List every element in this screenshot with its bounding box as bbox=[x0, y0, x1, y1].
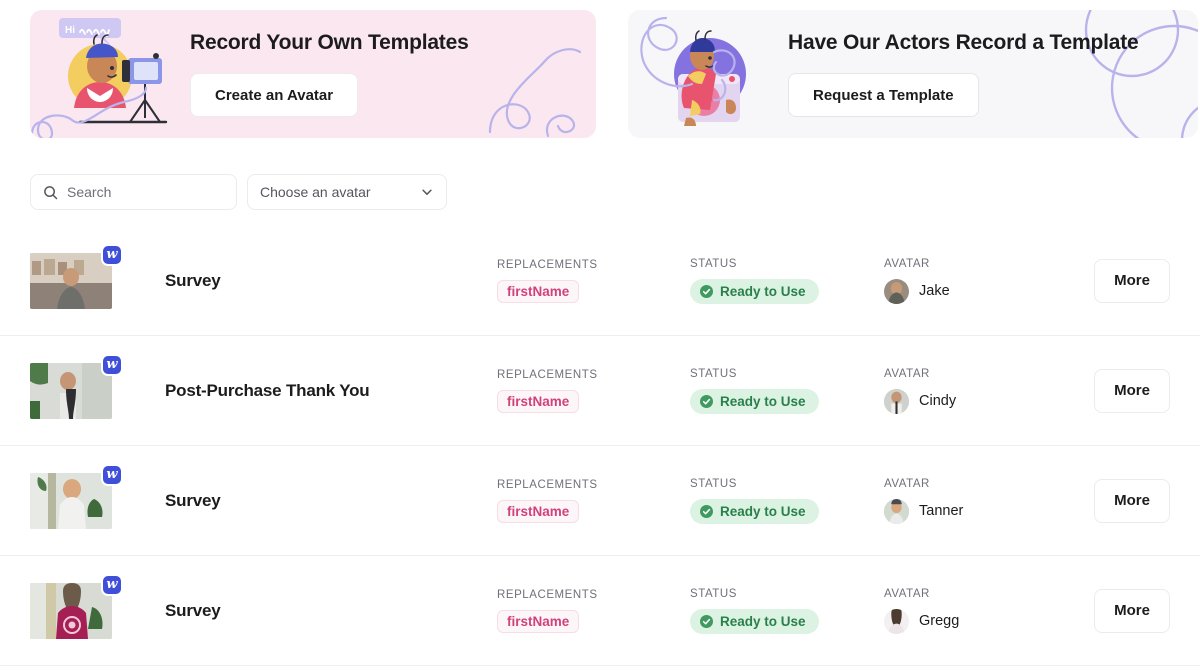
avatar-column-label: AVATAR bbox=[884, 257, 930, 270]
avatar-column: AVATAR Jake bbox=[884, 258, 950, 304]
avatar-cell: Cindy bbox=[884, 388, 957, 414]
replacements-column: REPLACEMENTS firstName bbox=[497, 369, 598, 413]
avatar bbox=[884, 608, 909, 634]
avatar-cell: Tanner bbox=[884, 498, 964, 524]
workflow-logo-icon: w bbox=[101, 463, 123, 486]
status-column: STATUS Ready to Use bbox=[690, 258, 819, 304]
status-column-label: STATUS bbox=[690, 257, 737, 270]
replacement-chip[interactable]: firstName bbox=[497, 499, 580, 523]
workflow-logo-icon: w bbox=[101, 243, 123, 266]
avatar-filter-select[interactable]: Choose an avatar bbox=[247, 174, 447, 210]
table-row[interactable]: w Survey REPLACEMENTS firstName STATUS R… bbox=[0, 446, 1200, 556]
check-circle-icon bbox=[700, 504, 713, 518]
replacements-column-label: REPLACEMENTS bbox=[497, 588, 598, 601]
filter-bar: Choose an avatar bbox=[30, 174, 447, 210]
search-icon bbox=[44, 185, 58, 199]
template-title: Post-Purchase Thank You bbox=[165, 380, 370, 400]
chevron-down-icon bbox=[422, 189, 432, 195]
avatar bbox=[884, 498, 909, 524]
check-circle-icon bbox=[700, 394, 713, 408]
search-box[interactable] bbox=[30, 174, 237, 210]
search-input[interactable] bbox=[67, 184, 224, 200]
promo-banners: Hi Record Your Own Templates Create an A… bbox=[0, 0, 1200, 138]
avatar-column: AVATAR Gregg bbox=[884, 588, 959, 634]
template-thumbnail-wrap[interactable]: w bbox=[30, 463, 123, 529]
template-title: Survey bbox=[165, 600, 221, 620]
status-column: STATUS Ready to Use bbox=[690, 478, 819, 524]
avatar-column-label: AVATAR bbox=[884, 367, 930, 380]
replacements-column: REPLACEMENTS firstName bbox=[497, 479, 598, 523]
avatar bbox=[884, 278, 909, 304]
workflow-logo-icon: w bbox=[101, 353, 123, 376]
avatar-name: Cindy bbox=[919, 393, 957, 409]
status-column-label: STATUS bbox=[690, 477, 737, 490]
more-button[interactable]: More bbox=[1094, 588, 1170, 633]
workflow-logo-icon: w bbox=[101, 573, 123, 596]
avatar-name: Jake bbox=[919, 283, 950, 299]
template-thumbnail-wrap[interactable]: w bbox=[30, 243, 123, 309]
check-circle-icon bbox=[700, 614, 713, 628]
replacements-column-label: REPLACEMENTS bbox=[497, 368, 598, 381]
replacements-column: REPLACEMENTS firstName bbox=[497, 259, 598, 303]
status-text: Ready to Use bbox=[720, 503, 806, 519]
more-button[interactable]: More bbox=[1094, 258, 1170, 303]
avatar-name: Gregg bbox=[919, 613, 960, 629]
avatar-cell: Gregg bbox=[884, 608, 960, 634]
banner-right-content: Have Our Actors Record a Template Reques… bbox=[788, 31, 1139, 117]
templates-page: Hi Record Your Own Templates Create an A… bbox=[0, 0, 1200, 670]
replacements-column-label: REPLACEMENTS bbox=[497, 258, 598, 271]
banner-actors-record-template[interactable]: Have Our Actors Record a Template Reques… bbox=[628, 10, 1198, 138]
status-column-label: STATUS bbox=[690, 367, 737, 380]
template-thumbnail bbox=[30, 582, 112, 639]
table-row[interactable]: w Survey REPLACEMENTS firstName STATUS R… bbox=[0, 556, 1200, 666]
status-badge: Ready to Use bbox=[690, 498, 819, 524]
status-badge: Ready to Use bbox=[690, 278, 819, 304]
table-row[interactable]: w Post-Purchase Thank You REPLACEMENTS f… bbox=[0, 336, 1200, 446]
illustration-record-avatar: Hi bbox=[42, 14, 182, 134]
create-an-avatar-button[interactable]: Create an Avatar bbox=[190, 73, 359, 117]
status-badge: Ready to Use bbox=[690, 388, 819, 414]
template-thumbnail-wrap[interactable]: w bbox=[30, 353, 123, 419]
check-circle-icon bbox=[700, 284, 713, 298]
request-a-template-button[interactable]: Request a Template bbox=[788, 73, 979, 117]
more-button[interactable]: More bbox=[1094, 478, 1170, 523]
avatar-column: AVATAR Tanner bbox=[884, 478, 963, 524]
replacement-chip[interactable]: firstName bbox=[497, 279, 580, 303]
banner-left-content: Record Your Own Templates Create an Avat… bbox=[190, 31, 469, 117]
banner-right-title: Have Our Actors Record a Template bbox=[788, 31, 1139, 54]
replacements-column-label: REPLACEMENTS bbox=[497, 478, 598, 491]
banner-record-own-templates[interactable]: Hi Record Your Own Templates Create an A… bbox=[30, 10, 596, 138]
status-text: Ready to Use bbox=[720, 393, 806, 409]
status-text: Ready to Use bbox=[720, 613, 806, 629]
banner-left-title: Record Your Own Templates bbox=[190, 31, 469, 54]
status-column: STATUS Ready to Use bbox=[690, 368, 819, 414]
status-column: STATUS Ready to Use bbox=[690, 588, 819, 634]
replacement-chip[interactable]: firstName bbox=[497, 389, 580, 413]
template-thumbnail bbox=[30, 472, 112, 529]
svg-text:Hi: Hi bbox=[65, 25, 75, 36]
more-button[interactable]: More bbox=[1094, 368, 1170, 413]
decorative-swirl bbox=[488, 48, 582, 138]
templates-list: w Survey REPLACEMENTS firstName STATUS R… bbox=[0, 226, 1200, 666]
replacement-chip[interactable]: firstName bbox=[497, 609, 580, 633]
template-thumbnail bbox=[30, 252, 112, 309]
template-thumbnail-wrap[interactable]: w bbox=[30, 573, 123, 639]
avatar-column-label: AVATAR bbox=[884, 477, 930, 490]
template-title: Survey bbox=[165, 490, 221, 510]
avatar-column: AVATAR Cindy bbox=[884, 368, 956, 414]
replacements-column: REPLACEMENTS firstName bbox=[497, 589, 598, 633]
template-title: Survey bbox=[165, 270, 221, 290]
illustration-request-template bbox=[640, 14, 780, 134]
avatar-filter-value: Choose an avatar bbox=[260, 184, 371, 200]
table-row[interactable]: w Survey REPLACEMENTS firstName STATUS R… bbox=[0, 226, 1200, 336]
status-badge: Ready to Use bbox=[690, 608, 819, 634]
avatar-name: Tanner bbox=[919, 503, 964, 519]
template-thumbnail bbox=[30, 362, 112, 419]
status-column-label: STATUS bbox=[690, 587, 737, 600]
status-text: Ready to Use bbox=[720, 283, 806, 299]
avatar-column-label: AVATAR bbox=[884, 587, 930, 600]
avatar-cell: Jake bbox=[884, 278, 950, 304]
avatar bbox=[884, 388, 909, 414]
